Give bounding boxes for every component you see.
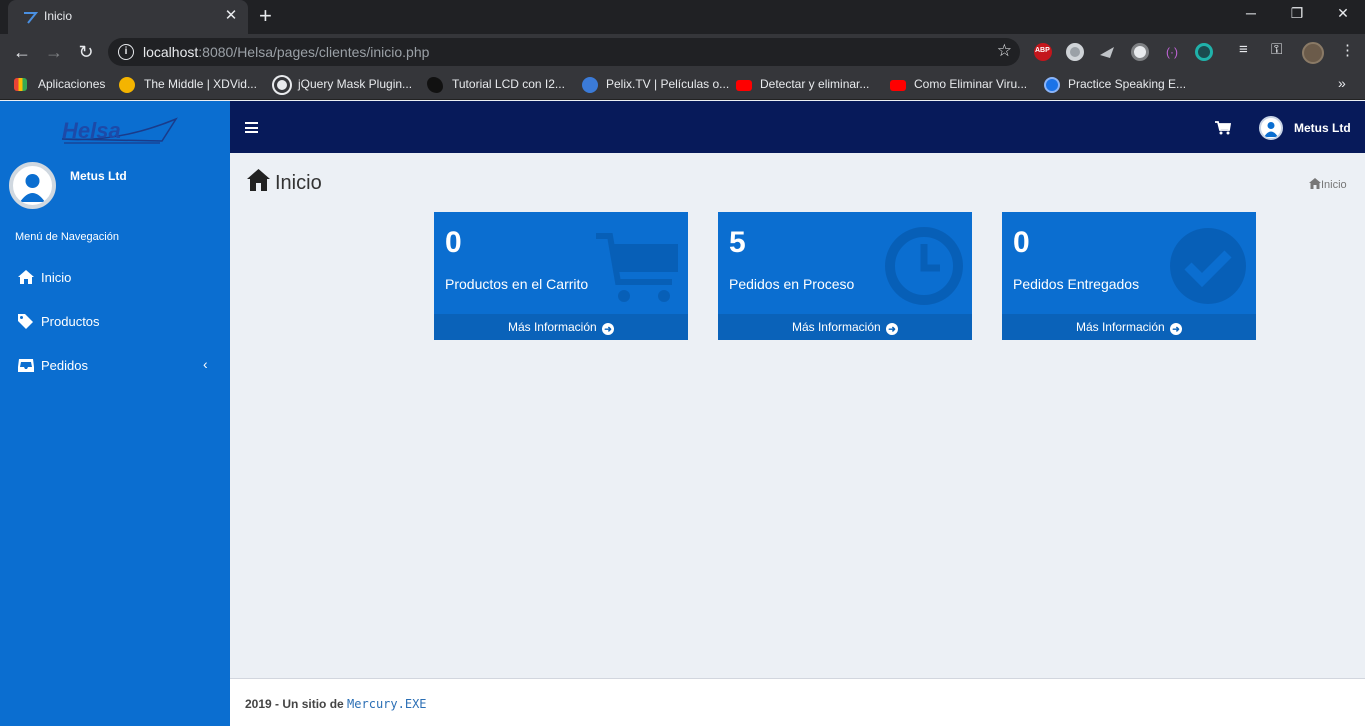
more-bookmarks-icon[interactable]: » [1338, 75, 1346, 91]
profile-avatar[interactable] [1302, 42, 1324, 64]
tab-close-icon[interactable]: ✕ [222, 7, 240, 25]
stat-label: Productos en el Carrito [445, 276, 589, 292]
footer-brand-link[interactable]: Mercury.EXE [347, 697, 426, 711]
bookmark-item[interactable]: Como Eliminar Viru... [914, 77, 1027, 91]
site-info-icon[interactable]: i [118, 44, 134, 60]
inbox-icon [18, 359, 34, 372]
breadcrumb-item[interactable]: Inicio [1321, 179, 1347, 191]
url-text[interactable]: localhost:8080/Helsa/pages/clientes/inic… [143, 44, 429, 60]
nav-header: Menú de Navegación [15, 231, 119, 243]
helsa-logo[interactable]: Helsa [58, 111, 182, 149]
globe-icon [274, 77, 290, 93]
chevron-left-icon: ‹ [203, 356, 208, 372]
stat-label: Pedidos en Proceso [729, 276, 855, 292]
stat-box-carrito: 0 Productos en el Carrito Más Informació… [434, 212, 688, 340]
target-extension-icon[interactable] [1195, 43, 1213, 61]
bookmark-item[interactable]: Practice Speaking E... [1068, 77, 1186, 91]
more-info-link[interactable]: Más Información ➜ [434, 314, 688, 340]
more-info-link[interactable]: Más Información ➜ [718, 314, 972, 340]
shopping-cart-icon[interactable] [1215, 121, 1231, 135]
top-navbar: Metus Ltd [230, 101, 1365, 153]
user-avatar [9, 162, 56, 209]
window-close-icon[interactable]: ✕ [1333, 5, 1353, 22]
sidebar: Helsa Metus Ltd Menú de Navegación Inici… [0, 101, 230, 726]
sidebar-item-label: Pedidos [41, 358, 88, 373]
adblock-extension-icon[interactable]: ABP [1034, 43, 1052, 61]
arrow-circle-right-icon: ➜ [1170, 323, 1183, 335]
breadcrumb[interactable]: Inicio [1309, 178, 1347, 191]
xd-icon [119, 77, 135, 93]
browser-tabstrip: Inicio ✕ + ─ ❐ ✕ [0, 0, 1365, 34]
key-icon[interactable]: ⚿ [1271, 41, 1282, 58]
bookmark-item[interactable]: Aplicaciones [38, 77, 105, 91]
shopping-cart-icon [596, 233, 678, 302]
sidebar-item-label: Productos [41, 314, 100, 329]
back-icon[interactable]: ← [10, 41, 34, 63]
sidebar-item-pedidos[interactable]: Pedidos ‹ [0, 345, 230, 385]
sidebar-item-inicio[interactable]: Inicio [0, 257, 230, 297]
youtube-icon [890, 80, 906, 91]
bookmark-star-icon[interactable]: ☆ [997, 41, 1012, 61]
tags-icon [18, 314, 33, 329]
stat-value: 0 [445, 226, 462, 259]
restore-icon[interactable]: ❐ [1287, 5, 1307, 22]
chrome-menu-icon[interactable]: ⋮ [1340, 41, 1355, 59]
helsa-favicon-icon [24, 12, 38, 24]
svg-text:Helsa: Helsa [62, 118, 121, 143]
browser-tab[interactable]: Inicio ✕ [8, 0, 248, 34]
stat-value: 0 [1013, 226, 1030, 259]
arrow-circle-right-icon: ➜ [602, 323, 615, 335]
clock-icon [885, 227, 963, 305]
sidebar-item-productos[interactable]: Productos [0, 301, 230, 341]
home-icon [247, 169, 270, 191]
stat-box-proceso: 5 Pedidos en Proceso Más Información ➜ [718, 212, 972, 340]
stat-value: 5 [729, 226, 746, 259]
sidebar-user-name: Metus Ltd [70, 169, 127, 183]
disc-extension-icon[interactable] [1131, 43, 1149, 61]
bookmark-item[interactable]: Detectar y eliminar... [760, 77, 869, 91]
stat-box-entregados: 0 Pedidos Entregados Más Información ➜ [1002, 212, 1256, 340]
check-circle-icon [1170, 228, 1246, 304]
bookmarks-bar: Aplicaciones The Middle | XDVid... jQuer… [0, 70, 1365, 100]
address-bar[interactable]: i localhost:8080/Helsa/pages/clientes/in… [108, 38, 1020, 66]
page-footer: 2019 - Un sitio de Mercury.EXE [230, 678, 1365, 726]
home-icon [1309, 178, 1321, 189]
sidebar-item-label: Inicio [41, 270, 72, 285]
footer-text: 2019 - Un sitio de Mercury.EXE [245, 697, 427, 711]
new-tab-icon[interactable]: + [259, 4, 272, 28]
bookmark-item[interactable]: jQuery Mask Plugin... [298, 77, 412, 91]
arrow-circle-right-icon: ➜ [886, 323, 899, 335]
circle-blue-icon [1044, 77, 1060, 93]
home-icon [18, 270, 34, 284]
bookmark-item[interactable]: The Middle | XDVid... [144, 77, 257, 91]
top-user-name[interactable]: Metus Ltd [1294, 121, 1351, 135]
forward-icon[interactable]: → [42, 41, 66, 63]
youtube-icon [736, 80, 752, 91]
minimize-icon[interactable]: ─ [1241, 5, 1261, 21]
pelix-icon [582, 77, 598, 93]
plane-extension-icon[interactable] [1098, 43, 1116, 61]
bird-icon [427, 77, 443, 93]
tab-title: Inicio [44, 9, 73, 23]
sidebar-toggle-icon[interactable] [245, 122, 258, 133]
apps-grid-icon [14, 78, 27, 91]
browser-toolbar: ← → ↻ i localhost:8080/Helsa/pages/clien… [0, 34, 1365, 70]
stat-label: Pedidos Entregados [1013, 276, 1140, 292]
bookmark-item[interactable]: Tutorial LCD con I2... [452, 77, 565, 91]
circle-extension-icon[interactable] [1066, 43, 1084, 61]
page-title: Inicio [275, 172, 322, 194]
signal-extension-icon[interactable]: (·) [1163, 43, 1181, 61]
bookmark-item[interactable]: Pelix.TV | Películas o... [606, 77, 729, 91]
media-queue-icon[interactable]: ≡ [1239, 41, 1248, 58]
reload-icon[interactable]: ↻ [74, 41, 98, 63]
user-avatar[interactable] [1259, 116, 1283, 140]
more-info-link[interactable]: Más Información ➜ [1002, 314, 1256, 340]
